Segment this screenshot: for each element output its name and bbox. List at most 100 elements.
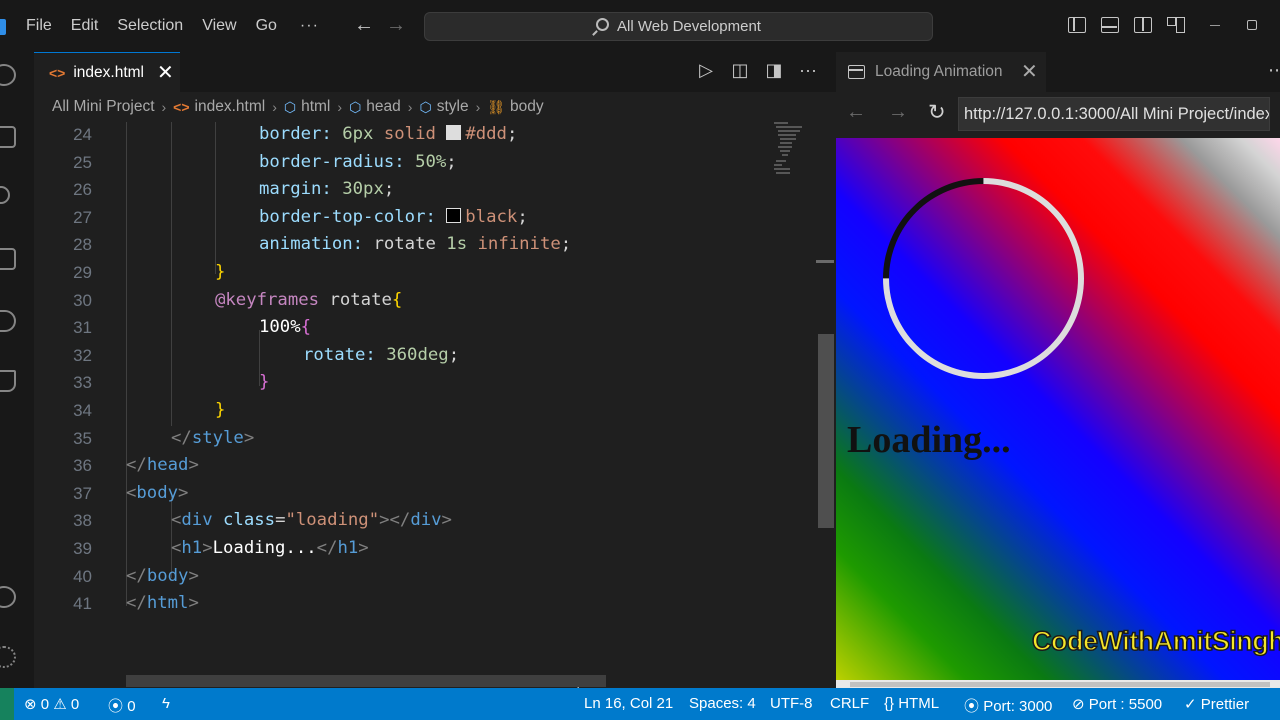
- account-icon[interactable]: [0, 586, 16, 608]
- editor-vertical-scrollbar[interactable]: [816, 122, 836, 688]
- code-line: 27 border-top-color: black;: [34, 205, 816, 233]
- minimize-window-icon[interactable]: [1210, 25, 1220, 26]
- breadcrumb-folder[interactable]: All Mini Project: [52, 98, 155, 116]
- code-text: border-radius: 50%;: [259, 151, 457, 172]
- browser-icon: [848, 65, 865, 79]
- channel-watermark: CodeWithAmitSingh: [1031, 625, 1280, 657]
- back-arrow-icon[interactable]: ←: [846, 101, 866, 124]
- toggle-panel-icon[interactable]: [1101, 17, 1119, 33]
- code-text: border: 6px solid #ddd;: [259, 124, 518, 144]
- code-text: </head>: [126, 455, 199, 476]
- code-text: margin: 30px;: [259, 179, 395, 200]
- toggle-secondary-sidebar-icon[interactable]: [1134, 17, 1152, 33]
- color-swatch[interactable]: [446, 207, 462, 223]
- browser-toolbar: ← → ↻ http://127.0.0.1:3000/All Mini Pro…: [836, 92, 1280, 138]
- menu-view[interactable]: View: [202, 17, 236, 35]
- files-icon[interactable]: [0, 126, 16, 148]
- warning-icon: ⚠: [53, 696, 67, 713]
- menu-more-icon[interactable]: ···: [300, 17, 319, 35]
- color-swatch[interactable]: [446, 125, 462, 140]
- code-line: 30 @keyframes rotate{: [34, 288, 816, 316]
- prettier-status[interactable]: ✓ Prettier: [1184, 695, 1249, 713]
- line-number: 26: [73, 180, 92, 200]
- line-number: 27: [73, 207, 92, 227]
- menu-selection[interactable]: Selection: [117, 17, 183, 35]
- back-arrow-icon[interactable]: ←: [354, 14, 374, 37]
- line-number: 34: [73, 401, 92, 420]
- breadcrumb-file[interactable]: index.html: [195, 98, 266, 116]
- scrollbar-thumb[interactable]: [850, 682, 1270, 687]
- code-text: border-top-color: black;: [259, 206, 528, 227]
- element-cube-icon: ⬡: [349, 98, 362, 115]
- layout-controls: [1068, 17, 1200, 33]
- menu-go[interactable]: Go: [256, 17, 277, 35]
- code-line: 24 border: 6px solid #ddd;: [34, 122, 816, 150]
- forward-arrow-icon[interactable]: →: [386, 14, 406, 37]
- chevron-right-icon: ›: [475, 99, 481, 115]
- line-number: 38: [73, 511, 92, 531]
- source-control-icon[interactable]: [0, 186, 10, 204]
- run-debug-icon[interactable]: [0, 310, 16, 332]
- code-line: 32 rotate: 360deg;: [34, 343, 816, 371]
- chevron-right-icon: ›: [337, 99, 343, 115]
- url-bar[interactable]: http://127.0.0.1:3000/All Mini Project/i…: [958, 97, 1270, 131]
- split-editor-icon[interactable]: ◨: [764, 60, 784, 81]
- menu-file[interactable]: File: [26, 17, 52, 35]
- testing-icon[interactable]: [0, 370, 16, 392]
- braces-icon: {}: [884, 695, 895, 712]
- more-actions-icon[interactable]: ···: [798, 60, 818, 81]
- settings-gear-icon[interactable]: [0, 646, 16, 668]
- go-live-port[interactable]: ⊘ Port : 5500: [1072, 695, 1162, 713]
- line-number: 29: [73, 263, 92, 282]
- vscode-logo-icon: [0, 19, 6, 35]
- remote-indicator[interactable]: [0, 688, 14, 720]
- loading-heading: Loading...: [847, 419, 1011, 461]
- forward-arrow-icon[interactable]: →: [888, 101, 908, 124]
- code-editor[interactable]: 24 border: 6px solid #ddd; 25 border-rad…: [34, 122, 816, 700]
- reload-icon[interactable]: ↻: [928, 100, 946, 125]
- extensions-icon[interactable]: [0, 248, 16, 270]
- code-line: 26 margin: 30px;: [34, 177, 816, 205]
- run-icon[interactable]: ▷: [696, 60, 716, 81]
- scrollbar-thumb[interactable]: [818, 334, 834, 528]
- breadcrumb-style[interactable]: style: [437, 98, 469, 116]
- open-preview-icon[interactable]: ◫: [730, 60, 750, 81]
- minimap[interactable]: [770, 118, 816, 188]
- maximize-window-icon[interactable]: [1247, 20, 1257, 30]
- code-line: 40 </body>: [34, 564, 816, 592]
- code-text: @keyframes rotate{: [215, 289, 403, 310]
- code-line: 28 animation: rotate 1s infinite;: [34, 232, 816, 260]
- breadcrumb-body[interactable]: body: [510, 98, 544, 116]
- problems-indicator[interactable]: ⊗ 0 ⚠ 0: [24, 695, 79, 713]
- selector-icon: ⛓: [487, 98, 506, 115]
- editor-horizontal-scrollbar[interactable]: [126, 675, 606, 687]
- chevron-right-icon: ›: [161, 99, 167, 115]
- cursor-position[interactable]: Ln 16, Col 21: [584, 695, 673, 712]
- language-mode[interactable]: {} HTML: [884, 695, 939, 712]
- tab-loading-animation[interactable]: Loading Animation ✕: [836, 52, 1046, 92]
- command-center-search[interactable]: All Web Development: [424, 12, 933, 41]
- explorer-icon[interactable]: [0, 64, 16, 86]
- breadcrumb-html[interactable]: html: [301, 98, 330, 116]
- end-of-line[interactable]: CRLF: [830, 695, 869, 712]
- customize-layout-icon[interactable]: [1167, 17, 1185, 33]
- code-text: rotate: 360deg;: [303, 344, 460, 365]
- more-actions-icon[interactable]: ⋯: [1268, 60, 1280, 81]
- code-text: 100%{: [259, 317, 312, 338]
- menu-bar: File Edit Selection View Go ···: [26, 0, 319, 52]
- tab-index-html[interactable]: <> index.html ✕: [34, 52, 180, 92]
- code-text: <div class="loading"></div>: [171, 510, 452, 531]
- close-icon[interactable]: ✕: [1021, 59, 1038, 84]
- close-icon[interactable]: ✕: [157, 60, 174, 85]
- line-number: 35: [73, 428, 92, 448]
- loading-spinner: [841, 138, 1126, 421]
- activity-bar: [0, 52, 34, 688]
- breadcrumb-head[interactable]: head: [366, 98, 400, 116]
- live-server-port[interactable]: ⦿ Port: 3000: [964, 695, 1052, 716]
- lightning-icon[interactable]: ϟ: [162, 695, 170, 712]
- toggle-primary-sidebar-icon[interactable]: [1068, 17, 1086, 33]
- encoding[interactable]: UTF-8: [770, 695, 813, 712]
- ports-indicator[interactable]: ⦿ 0: [108, 695, 136, 716]
- menu-edit[interactable]: Edit: [71, 17, 99, 35]
- indentation[interactable]: Spaces: 4: [689, 695, 756, 712]
